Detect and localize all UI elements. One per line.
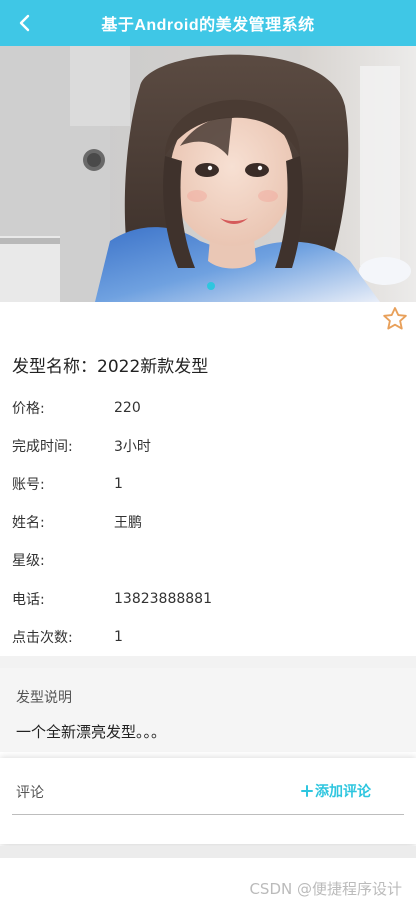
carousel-indicator-dot[interactable] (207, 282, 215, 290)
hairstyle-name-value: 2022新款发型 (97, 357, 209, 377)
hairstyle-photo (0, 46, 416, 302)
bottom-band (0, 846, 416, 858)
clicks-label: 点击次数: (12, 630, 73, 646)
plus-icon (301, 785, 313, 797)
price-value: 220 (114, 400, 141, 416)
price-label: 价格: (12, 401, 45, 417)
price-row: 价格: 220 (12, 396, 404, 420)
account-label: 账号: (12, 477, 45, 493)
duration-label: 完成时间: (12, 439, 73, 455)
watermark: CSDN @便捷程序设计 (249, 880, 402, 898)
phone-label: 电话: (12, 592, 45, 608)
phone-row: 电话: 13823888881 (12, 587, 404, 611)
account-value: 1 (114, 476, 123, 492)
clicks-value: 1 (114, 629, 123, 645)
name-row: 姓名: 王鹏 (12, 510, 404, 534)
chevron-left-icon (19, 14, 30, 32)
hairstyle-photo-carousel[interactable] (0, 46, 416, 302)
name-value: 王鹏 (114, 515, 142, 531)
account-row: 账号: 1 (12, 472, 404, 496)
comments-label: 评论 (16, 785, 44, 801)
hairstyle-name-label: 发型名称： (12, 357, 97, 377)
clicks-row: 点击次数: 1 (12, 625, 404, 649)
add-comment-label: 添加评论 (315, 784, 371, 800)
duration-row: 完成时间: 3小时 (12, 434, 404, 458)
level-row: 星级: (12, 548, 404, 572)
top-bar: 基于Android的美发管理系统 (0, 0, 416, 46)
name-label: 姓名: (12, 515, 45, 531)
description-text: 一个全新漂亮发型。。。 (16, 723, 167, 741)
duration-value: 3小时 (114, 439, 151, 455)
section-divider (0, 656, 416, 668)
description-label: 发型说明 (16, 690, 72, 706)
add-comment-button[interactable]: 添加评论 (301, 781, 371, 801)
comments-card (0, 758, 416, 844)
back-button[interactable] (12, 10, 38, 36)
level-label: 星级: (12, 553, 45, 569)
star-outline-icon[interactable] (381, 305, 409, 333)
comment-divider (12, 814, 404, 815)
phone-value: 13823888881 (114, 591, 212, 607)
hairstyle-name: 发型名称：2022新款发型 (12, 352, 208, 377)
page-title: 基于Android的美发管理系统 (101, 17, 315, 34)
